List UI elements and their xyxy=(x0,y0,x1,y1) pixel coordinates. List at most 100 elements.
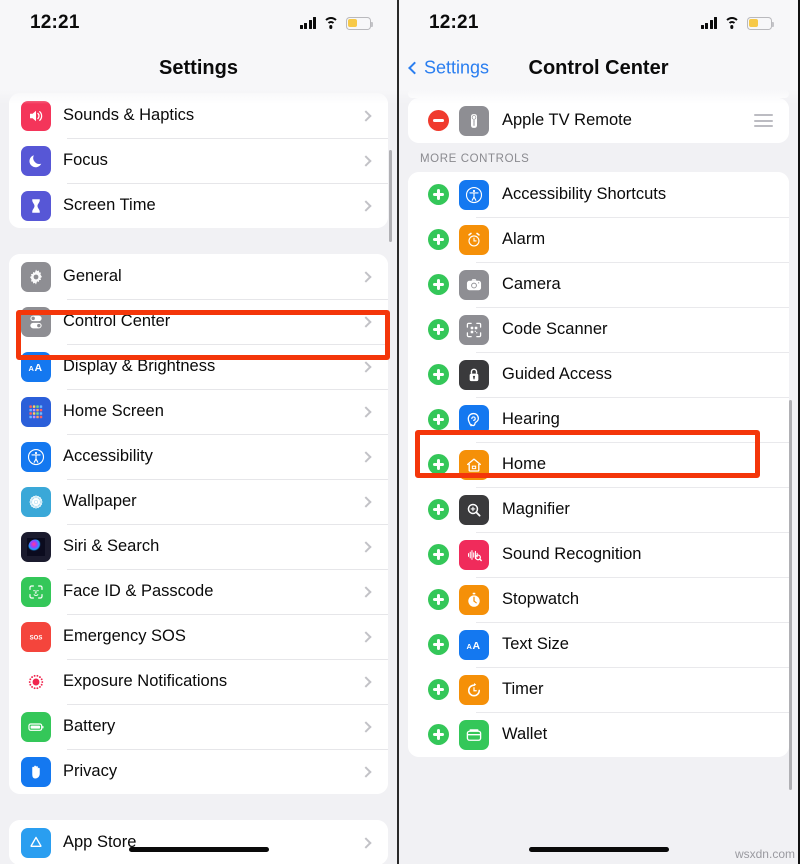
settings-row-sounds-haptics[interactable]: Sounds & Haptics xyxy=(9,93,388,138)
add-control-button[interactable] xyxy=(428,319,449,340)
chevron-right-icon xyxy=(360,405,372,418)
control-row-label: Magnifier xyxy=(502,500,570,518)
control-center-scroll-area[interactable]: Apple TV Remote MORE CONTROLS Accessibilit… xyxy=(399,90,798,864)
svg-text:A: A xyxy=(473,639,481,651)
face-id-icon xyxy=(21,576,51,607)
settings-row-label: Screen Time xyxy=(63,196,156,214)
chevron-right-icon xyxy=(360,315,372,328)
settings-row-focus[interactable]: Focus xyxy=(9,138,388,183)
svg-text:A: A xyxy=(467,641,473,650)
control-row-guided-access[interactable]: Guided Access xyxy=(408,352,789,397)
settings-row-siri-search[interactable]: Siri & Search xyxy=(9,524,388,569)
settings-group: General Control Center A A Display & Brightn… xyxy=(9,254,388,794)
gear-icon xyxy=(21,261,51,292)
camera-icon xyxy=(459,269,489,300)
add-control-button[interactable] xyxy=(428,274,449,295)
reorder-handle-icon[interactable] xyxy=(754,111,773,131)
control-row-label: Sound Recognition xyxy=(502,545,642,563)
siri-orb-icon xyxy=(21,531,51,562)
control-row-label: Hearing xyxy=(502,410,560,428)
settings-row-wallpaper[interactable]: Wallpaper xyxy=(9,479,388,524)
app-store-icon xyxy=(21,827,51,858)
control-row-magnifier[interactable]: Magnifier xyxy=(408,487,789,532)
qr-code-scanner-icon xyxy=(459,314,489,345)
scrollbar-right[interactable] xyxy=(789,400,792,790)
add-control-button[interactable] xyxy=(428,634,449,655)
remove-control-button[interactable] xyxy=(428,110,449,131)
right-phone-screen: 12:21 Settings Control Center Apple TV R… xyxy=(399,0,798,864)
add-control-button[interactable] xyxy=(428,544,449,565)
sound-recognition-icon xyxy=(459,539,489,570)
control-row-apple-tv-remote[interactable]: Apple TV Remote xyxy=(408,98,789,143)
control-row-home[interactable]: Home xyxy=(408,442,789,487)
settings-row-label: Accessibility xyxy=(63,447,153,465)
add-control-button[interactable] xyxy=(428,679,449,700)
settings-row-app-store[interactable]: App Store xyxy=(9,820,388,864)
control-row-text-size[interactable]: A A Text Size xyxy=(408,622,789,667)
control-row-timer[interactable]: Timer xyxy=(408,667,789,712)
cellular-signal-icon xyxy=(299,17,316,29)
control-row-sound-recognition[interactable]: Sound Recognition xyxy=(408,532,789,577)
battery-icon xyxy=(747,16,775,30)
section-header-more-controls: MORE CONTROLS xyxy=(420,153,530,165)
control-row-hearing[interactable]: Hearing xyxy=(408,397,789,442)
text-size-aa-icon: AA xyxy=(459,629,489,660)
nav-bar-right: Settings Control Center xyxy=(399,46,798,104)
control-row-code-scanner[interactable]: Code Scanner xyxy=(408,307,789,352)
status-bar-left: 12:21 xyxy=(0,0,397,46)
settings-row-home-screen[interactable]: Home Screen xyxy=(9,389,388,434)
text-size-aa-icon: AA xyxy=(21,351,51,382)
settings-row-general[interactable]: General xyxy=(9,254,388,299)
chevron-right-icon xyxy=(360,450,372,463)
home-indicator-left xyxy=(128,846,269,852)
control-row-label: Timer xyxy=(502,680,544,698)
add-control-button[interactable] xyxy=(428,499,449,520)
partially-visible-row xyxy=(408,90,789,98)
svg-text:A: A xyxy=(29,363,35,372)
control-row-label: Stopwatch xyxy=(502,590,580,608)
add-control-button[interactable] xyxy=(428,589,449,610)
add-control-button[interactable] xyxy=(428,364,449,385)
settings-scroll-area[interactable]: Sounds & Haptics Focus Screen Time General C… xyxy=(0,90,397,864)
wifi-icon xyxy=(724,17,740,29)
more-controls-group: Accessibility Shortcuts Alarm Camera Code S… xyxy=(408,172,789,757)
home-house-icon xyxy=(459,449,489,480)
settings-row-exposure-notifications[interactable]: Exposure Notifications xyxy=(9,659,388,704)
chevron-right-icon xyxy=(360,675,372,688)
control-row-label: Home xyxy=(502,455,547,473)
sos-icon: SOS xyxy=(21,621,51,652)
control-center-icon xyxy=(21,306,51,337)
settings-row-screen-time[interactable]: Screen Time xyxy=(9,183,388,228)
settings-row-face-id-passcode[interactable]: Face ID & Passcode xyxy=(9,569,388,614)
settings-row-battery[interactable]: Battery xyxy=(9,704,388,749)
control-row-stopwatch[interactable]: Stopwatch xyxy=(408,577,789,622)
ear-icon xyxy=(459,404,489,435)
status-time: 12:21 xyxy=(429,12,479,33)
wallet-icon xyxy=(459,719,489,750)
control-row-wallet[interactable]: Wallet xyxy=(408,712,789,757)
settings-row-privacy[interactable]: Privacy xyxy=(9,749,388,794)
settings-group: Sounds & Haptics Focus Screen Time xyxy=(9,93,388,228)
add-control-button[interactable] xyxy=(428,409,449,430)
back-button[interactable]: Settings xyxy=(408,58,489,79)
settings-row-label: Siri & Search xyxy=(63,537,160,555)
add-control-button[interactable] xyxy=(428,184,449,205)
accessibility-person-icon xyxy=(21,441,51,472)
add-control-button[interactable] xyxy=(428,229,449,250)
control-row-alarm[interactable]: Alarm xyxy=(408,217,789,262)
chevron-left-icon xyxy=(408,61,421,75)
control-row-accessibility-shortcuts[interactable]: Accessibility Shortcuts xyxy=(408,172,789,217)
settings-row-display-brightness[interactable]: A A Display & Brightness xyxy=(9,344,388,389)
settings-row-accessibility[interactable]: Accessibility xyxy=(9,434,388,479)
control-row-label: Code Scanner xyxy=(502,320,608,338)
control-row-camera[interactable]: Camera xyxy=(408,262,789,307)
settings-row-label: Display & Brightness xyxy=(63,357,216,375)
chevron-right-icon xyxy=(360,270,372,283)
add-control-button[interactable] xyxy=(428,724,449,745)
scrollbar-left[interactable] xyxy=(389,150,392,242)
add-control-button[interactable] xyxy=(428,454,449,475)
settings-row-label: Battery xyxy=(63,717,116,735)
settings-row-control-center[interactable]: Control Center xyxy=(9,299,388,344)
settings-row-emergency-sos[interactable]: SOS Emergency SOS xyxy=(9,614,388,659)
